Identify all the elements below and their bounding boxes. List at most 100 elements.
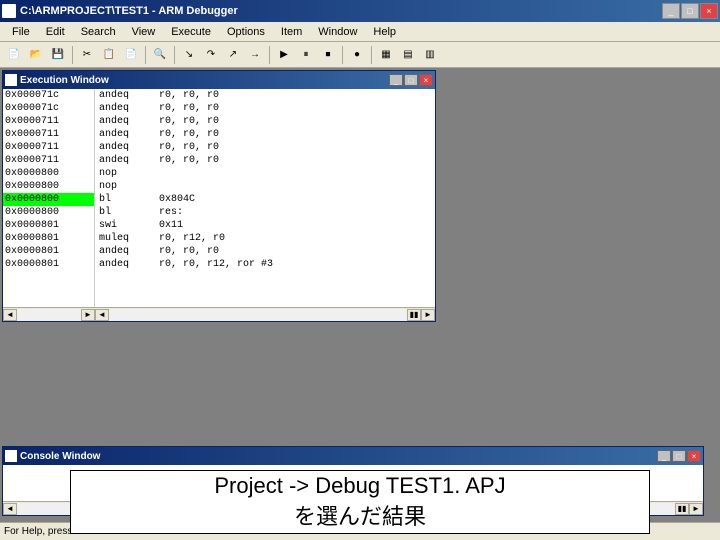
toolbar-separator: [72, 46, 73, 64]
address-cell[interactable]: 0x0000800: [3, 167, 94, 180]
scroll-left-button[interactable]: ◄: [95, 309, 109, 321]
paste-icon[interactable]: 📄: [121, 45, 141, 65]
annotation-line1: Project -> Debug TEST1. APJ: [214, 473, 505, 499]
wnd3-icon[interactable]: ▥: [420, 45, 440, 65]
address-cell[interactable]: 0x0000711: [3, 141, 94, 154]
disasm-row[interactable]: andeqr0, r0, r0: [95, 154, 435, 167]
goto-icon[interactable]: →: [245, 45, 265, 65]
pause-scroll-button[interactable]: ▮▮: [407, 309, 421, 321]
save-icon[interactable]: 💾: [48, 45, 68, 65]
step-icon[interactable]: ↘: [179, 45, 199, 65]
disasm-row[interactable]: andeqr0, r0, r0: [95, 102, 435, 115]
scroll-right-button[interactable]: ►: [421, 309, 435, 321]
menu-item-edit[interactable]: Edit: [38, 24, 73, 40]
address-cell[interactable]: 0x0000800: [3, 193, 94, 206]
scroll-track[interactable]: [17, 309, 81, 321]
disasm-row[interactable]: nop: [95, 167, 435, 180]
toolbar: 📄📂💾✂📋📄🔍↘↷↗→▶⏸⏹●▦▤▥: [0, 42, 720, 68]
wnd1-icon[interactable]: ▦: [376, 45, 396, 65]
copy-icon[interactable]: 📋: [99, 45, 119, 65]
maximize-button[interactable]: □: [681, 3, 699, 19]
scroll-right-button[interactable]: ►: [81, 309, 95, 321]
operands: res:: [159, 207, 183, 218]
menu-item-item[interactable]: Item: [273, 24, 310, 40]
operands: r0, r12, r0: [159, 233, 225, 244]
disasm-row[interactable]: blres:: [95, 206, 435, 219]
address-cell[interactable]: 0x0000711: [3, 128, 94, 141]
address-cell[interactable]: 0x0000801: [3, 232, 94, 245]
operands: r0, r0, r0: [159, 246, 219, 257]
console-titlebar[interactable]: Console Window _ □ ×: [3, 447, 703, 465]
opcode: andeq: [99, 115, 159, 128]
exec-body: 0x000071c0x000071c0x00007110x00007110x00…: [3, 89, 435, 307]
operands: 0x11: [159, 220, 183, 231]
scroll-left-button[interactable]: ◄: [3, 503, 17, 515]
disasm-row[interactable]: andeqr0, r0, r0: [95, 141, 435, 154]
exec-close-button[interactable]: ×: [419, 74, 433, 86]
menu-item-file[interactable]: File: [4, 24, 38, 40]
disasm-row[interactable]: nop: [95, 180, 435, 193]
disasm-row[interactable]: andeqr0, r0, r0: [95, 245, 435, 258]
address-cell[interactable]: 0x0000801: [3, 258, 94, 271]
address-cell[interactable]: 0x0000801: [3, 219, 94, 232]
disasm-row[interactable]: andeqr0, r0, r12, ror #3: [95, 258, 435, 271]
exec-min-button[interactable]: _: [389, 74, 403, 86]
operands: r0, r0, r0: [159, 142, 219, 153]
new-icon[interactable]: 📄: [4, 45, 24, 65]
exec-max-button[interactable]: □: [404, 74, 418, 86]
console-close-button[interactable]: ×: [687, 450, 701, 462]
menu-item-execute[interactable]: Execute: [163, 24, 219, 40]
menu-item-search[interactable]: Search: [73, 24, 124, 40]
address-cell[interactable]: 0x0000800: [3, 206, 94, 219]
disasm-row[interactable]: bl0x804C: [95, 193, 435, 206]
disasm-scrollbar[interactable]: ◄ ▮▮ ►: [95, 307, 435, 321]
mdi-area: Execution Window _ □ × 0x000071c0x000071…: [0, 68, 720, 522]
cut-icon[interactable]: ✂: [77, 45, 97, 65]
stop-icon[interactable]: ⏹: [318, 45, 338, 65]
exec-title: Execution Window: [20, 75, 389, 86]
menu-item-view[interactable]: View: [124, 24, 164, 40]
exec-titlebar[interactable]: Execution Window _ □ ×: [3, 71, 435, 89]
disasm-row[interactable]: andeqr0, r0, r0: [95, 128, 435, 141]
address-column: 0x000071c0x000071c0x00007110x00007110x00…: [3, 89, 95, 307]
menu-item-window[interactable]: Window: [310, 24, 365, 40]
address-cell[interactable]: 0x000071c: [3, 89, 94, 102]
console-max-button[interactable]: □: [672, 450, 686, 462]
annotation-overlay: Project -> Debug TEST1. APJ を選んだ結果: [70, 470, 650, 534]
address-cell[interactable]: 0x0000711: [3, 154, 94, 167]
address-cell[interactable]: 0x0000711: [3, 115, 94, 128]
disasm-row[interactable]: muleqr0, r12, r0: [95, 232, 435, 245]
app-icon: [2, 4, 16, 18]
titlebar[interactable]: C:\ARMPROJECT\TEST1 - ARM Debugger _ □ ×: [0, 0, 720, 22]
pause-scroll-button[interactable]: ▮▮: [675, 503, 689, 515]
pause-icon[interactable]: ⏸: [296, 45, 316, 65]
step-out-icon[interactable]: ↗: [223, 45, 243, 65]
minimize-button[interactable]: _: [662, 3, 680, 19]
addr-scrollbar[interactable]: ◄ ►: [3, 307, 95, 321]
main-window: C:\ARMPROJECT\TEST1 - ARM Debugger _ □ ×…: [0, 0, 720, 540]
disasm-row[interactable]: andeqr0, r0, r0: [95, 89, 435, 102]
scroll-track[interactable]: [109, 309, 407, 321]
console-title: Console Window: [20, 451, 657, 462]
close-button[interactable]: ×: [700, 3, 718, 19]
disasm-row[interactable]: andeqr0, r0, r0: [95, 115, 435, 128]
menu-item-options[interactable]: Options: [219, 24, 273, 40]
wnd2-icon[interactable]: ▤: [398, 45, 418, 65]
console-min-button[interactable]: _: [657, 450, 671, 462]
over-icon[interactable]: ↷: [201, 45, 221, 65]
find-icon[interactable]: 🔍: [150, 45, 170, 65]
opcode: nop: [99, 180, 159, 193]
toolbar-separator: [145, 46, 146, 64]
window-title: C:\ARMPROJECT\TEST1 - ARM Debugger: [20, 5, 662, 17]
scroll-left-button[interactable]: ◄: [3, 309, 17, 321]
opcode: andeq: [99, 89, 159, 102]
disasm-row[interactable]: swi0x11: [95, 219, 435, 232]
address-cell[interactable]: 0x0000800: [3, 180, 94, 193]
scroll-right-button[interactable]: ►: [689, 503, 703, 515]
bp-icon[interactable]: ●: [347, 45, 367, 65]
address-cell[interactable]: 0x0000801: [3, 245, 94, 258]
run-icon[interactable]: ▶: [274, 45, 294, 65]
address-cell[interactable]: 0x000071c: [3, 102, 94, 115]
menu-item-help[interactable]: Help: [365, 24, 404, 40]
open-icon[interactable]: 📂: [26, 45, 46, 65]
